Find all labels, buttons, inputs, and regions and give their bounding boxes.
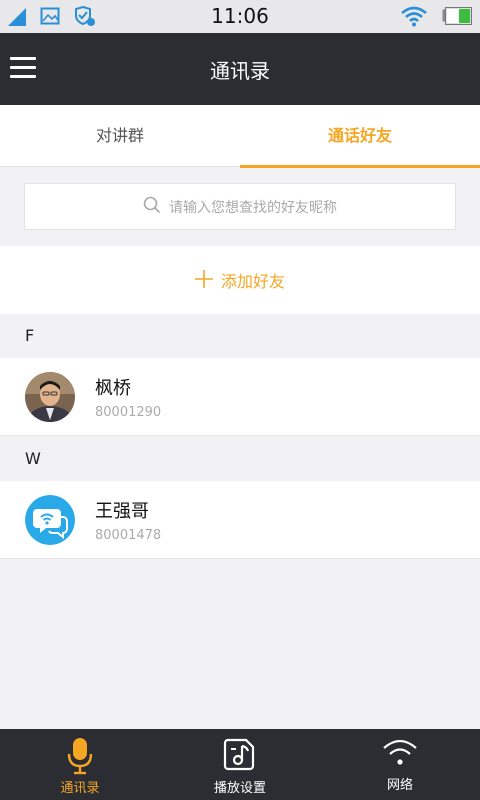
photo-avatar — [25, 372, 75, 422]
nav-contacts[interactable]: 通讯录 — [0, 729, 160, 800]
nav-network-label: 网络 — [386, 778, 413, 793]
wifi-icon — [400, 5, 428, 31]
nav-contacts-label: 通讯录 — [60, 781, 100, 796]
tab-call-friends[interactable]: 通话好友 — [240, 105, 480, 168]
microphone-icon — [0, 737, 160, 775]
search-area: 请输入您想查找的好友昵称 — [0, 168, 480, 246]
wifi-icon — [320, 737, 480, 767]
add-friend-button[interactable]: 添加好友 — [0, 246, 480, 314]
nav-network[interactable]: 网络 — [320, 729, 480, 800]
search-input[interactable]: 请输入您想查找的好友昵称 — [24, 183, 456, 230]
contact-row[interactable]: 枫桥 80001290 — [0, 358, 480, 436]
battery-icon — [442, 7, 472, 29]
tab-bar: 对讲群 通话好友 — [0, 105, 480, 168]
contact-name: 王强哥 — [95, 501, 149, 522]
section-header-f: F — [0, 314, 480, 358]
tab-call-friends-label: 通话好友 — [327, 126, 392, 145]
status-bar: 11:06 — [0, 0, 480, 33]
app-header: 通讯录 — [0, 33, 480, 105]
tab-talk-groups-label: 对讲群 — [95, 126, 144, 145]
contact-row[interactable]: 王强哥 80001478 — [0, 481, 480, 559]
plus-icon — [194, 267, 213, 293]
contact-number: 80001290 — [95, 405, 162, 420]
music-note-icon — [160, 737, 320, 771]
search-icon — [143, 196, 161, 218]
nav-playback-settings[interactable]: 播放设置 — [160, 729, 320, 800]
tab-talk-groups[interactable]: 对讲群 — [0, 105, 240, 167]
page-title: 通讯录 — [210, 59, 270, 83]
add-friend-label: 添加好友 — [220, 272, 285, 291]
status-right-icons — [400, 5, 472, 31]
nav-playback-settings-label: 播放设置 — [213, 781, 266, 796]
contact-number: 80001478 — [95, 528, 162, 543]
search-placeholder: 请输入您想查找的好友昵称 — [169, 199, 337, 216]
chat-wifi-avatar — [25, 495, 75, 545]
contact-name: 枫桥 — [95, 378, 131, 399]
section-header-w: W — [0, 437, 480, 481]
bottom-nav: 通讯录 播放设置 网络 — [0, 729, 480, 800]
